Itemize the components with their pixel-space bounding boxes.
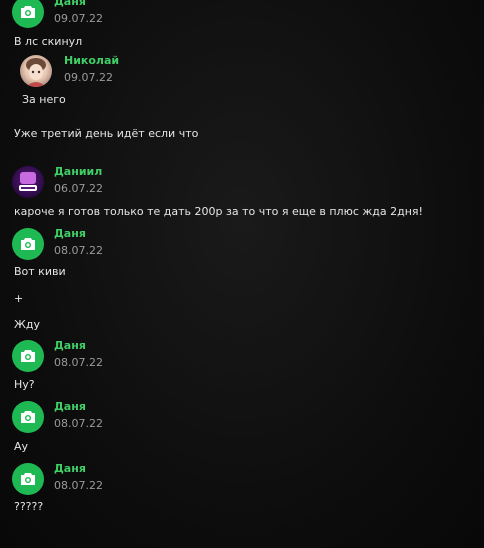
message-text: кароче я готов только те дать 200р за то… [14, 205, 423, 218]
avatar[interactable] [12, 463, 44, 495]
message-header: Даня 08.07.22 [12, 340, 103, 372]
message-text: Вот киви [14, 265, 66, 278]
camera-icon [21, 473, 35, 485]
camera-icon [21, 238, 35, 250]
message-text: В лс скинул [14, 35, 83, 48]
message-header: Даня 09.07.22 [12, 0, 103, 28]
message-header: Даня 08.07.22 [12, 463, 103, 495]
message-text: Ау [14, 440, 29, 453]
anime-avatar-icon [26, 58, 46, 87]
author-name[interactable]: Даня [54, 401, 103, 414]
message-date: 08.07.22 [54, 356, 103, 369]
message-text: Жду [14, 318, 40, 331]
message-date: 08.07.22 [54, 479, 103, 492]
message-text: + [14, 292, 24, 305]
message-header: Даня 08.07.22 [12, 401, 103, 433]
avatar[interactable] [20, 55, 52, 87]
message-text: За него [22, 93, 66, 106]
avatar[interactable] [12, 228, 44, 260]
camera-icon [21, 6, 35, 18]
message-date: 08.07.22 [54, 417, 103, 430]
author-name[interactable]: Даня [54, 463, 103, 476]
camera-icon [21, 350, 35, 362]
message-text: Уже третий день идёт если что [14, 127, 199, 140]
stream-avatar-icon [19, 172, 37, 191]
camera-icon [21, 411, 35, 423]
author-name[interactable]: Даниил [54, 166, 103, 179]
message-text: ????? [14, 500, 44, 513]
message-date: 08.07.22 [54, 244, 103, 257]
message-text: Ну? [14, 378, 35, 391]
avatar[interactable] [12, 340, 44, 372]
message-header: Николай 09.07.22 [20, 55, 119, 87]
message-header: Даниил 06.07.22 [12, 166, 103, 198]
chat-log: Даня 09.07.22 В лс скинул Николай 09.07.… [0, 0, 484, 548]
avatar[interactable] [12, 166, 44, 198]
author-name[interactable]: Николай [64, 55, 119, 68]
author-name[interactable]: Даня [54, 340, 103, 353]
message-date: 09.07.22 [64, 71, 113, 84]
avatar[interactable] [12, 401, 44, 433]
avatar[interactable] [12, 0, 44, 28]
message-date: 06.07.22 [54, 182, 103, 195]
author-name[interactable]: Даня [54, 228, 103, 241]
message-date: 09.07.22 [54, 12, 103, 25]
message-header: Даня 08.07.22 [12, 228, 103, 260]
author-name[interactable]: Даня [54, 0, 103, 9]
